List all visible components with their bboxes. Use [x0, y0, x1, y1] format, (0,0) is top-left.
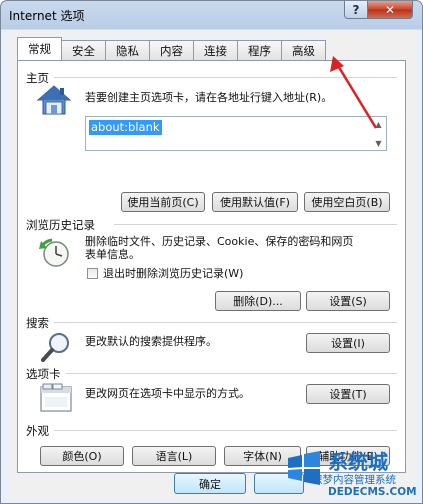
- search-description: 更改默认的搜索提供程序。: [85, 335, 217, 348]
- use-default-button[interactable]: 使用默认值(F): [212, 192, 298, 212]
- tabs-window-icon: [40, 383, 72, 412]
- history-settings-button[interactable]: 设置(S): [306, 291, 390, 311]
- tab-security[interactable]: 安全: [61, 40, 106, 60]
- home-icon: [36, 85, 72, 115]
- history-description-line1: 删除临时文件、历史记录、Cookie、保存的密码和网页: [85, 235, 354, 248]
- internet-options-window: Internet 选项 ? ✕ 常规 安全 隐私 内容 连接 程序 高级 主页 …: [0, 0, 423, 504]
- colors-button[interactable]: 颜色(O): [40, 446, 124, 466]
- homepage-url-input[interactable]: about:blank ▲ ▼: [85, 116, 387, 151]
- tabs-settings-button[interactable]: 设置(T): [306, 384, 390, 404]
- tab-content[interactable]: 内容: [149, 40, 194, 60]
- fonts-button[interactable]: 字体(N): [224, 446, 301, 466]
- tab-advanced[interactable]: 高级: [281, 40, 326, 60]
- use-current-button[interactable]: 使用当前页(C): [121, 192, 205, 212]
- cancel-button-partial[interactable]: [254, 473, 304, 494]
- languages-button[interactable]: 语言(L): [132, 446, 216, 466]
- ok-button[interactable]: 确定: [174, 473, 246, 494]
- help-button[interactable]: ?: [344, 1, 368, 19]
- general-tab-panel: 主页 若要创建主页选项卡，请在各地址行键入地址(R)。 about:blank …: [17, 60, 406, 473]
- accessibility-button[interactable]: 辅助功能(E): [306, 446, 390, 466]
- search-magnifier-icon: [41, 333, 69, 362]
- tab-strip: 常规 安全 隐私 内容 连接 程序 高级: [17, 37, 326, 61]
- delete-on-exit-checkbox[interactable]: [87, 268, 98, 279]
- delete-history-button[interactable]: 删除(D)...: [215, 291, 301, 311]
- search-settings-button[interactable]: 设置(I): [306, 333, 390, 353]
- scroll-down-icon[interactable]: ▼: [372, 137, 385, 149]
- homepage-divider: [54, 77, 397, 78]
- tab-general[interactable]: 常规: [17, 37, 62, 60]
- homepage-url-value: about:blank: [89, 120, 162, 135]
- history-description-line2: 表单信息。: [85, 248, 140, 261]
- tab-privacy[interactable]: 隐私: [105, 40, 150, 60]
- search-group-title: 搜索: [26, 316, 49, 330]
- appearance-divider: [54, 430, 397, 431]
- title-bar[interactable]: Internet 选项 ? ✕: [1, 1, 422, 29]
- tab-connections[interactable]: 连接: [193, 40, 238, 60]
- delete-on-exit-label[interactable]: 退出时删除浏览历史记录(W): [103, 267, 243, 281]
- tabs-description: 更改网页在选项卡中显示的方式。: [85, 387, 250, 400]
- appearance-group-title: 外观: [26, 424, 49, 438]
- tabs-group-title: 选项卡: [26, 367, 61, 381]
- search-divider: [54, 322, 397, 323]
- dialog-body: 常规 安全 隐私 内容 连接 程序 高级 主页 若要创建主页选项卡，请在各地址行…: [7, 31, 416, 499]
- tab-programs[interactable]: 程序: [237, 40, 282, 60]
- window-title: Internet 选项: [9, 9, 85, 23]
- history-divider: [114, 224, 397, 225]
- scroll-up-icon[interactable]: ▲: [372, 118, 385, 130]
- tabs-divider: [66, 373, 397, 374]
- homepage-description: 若要创建主页选项卡，请在各地址行键入地址(R)。: [85, 91, 333, 104]
- history-group-title: 浏览历史记录: [26, 218, 95, 232]
- history-clock-icon: [39, 238, 69, 267]
- close-button[interactable]: ✕: [367, 1, 413, 19]
- use-blank-button[interactable]: 使用空白页(B): [304, 192, 390, 212]
